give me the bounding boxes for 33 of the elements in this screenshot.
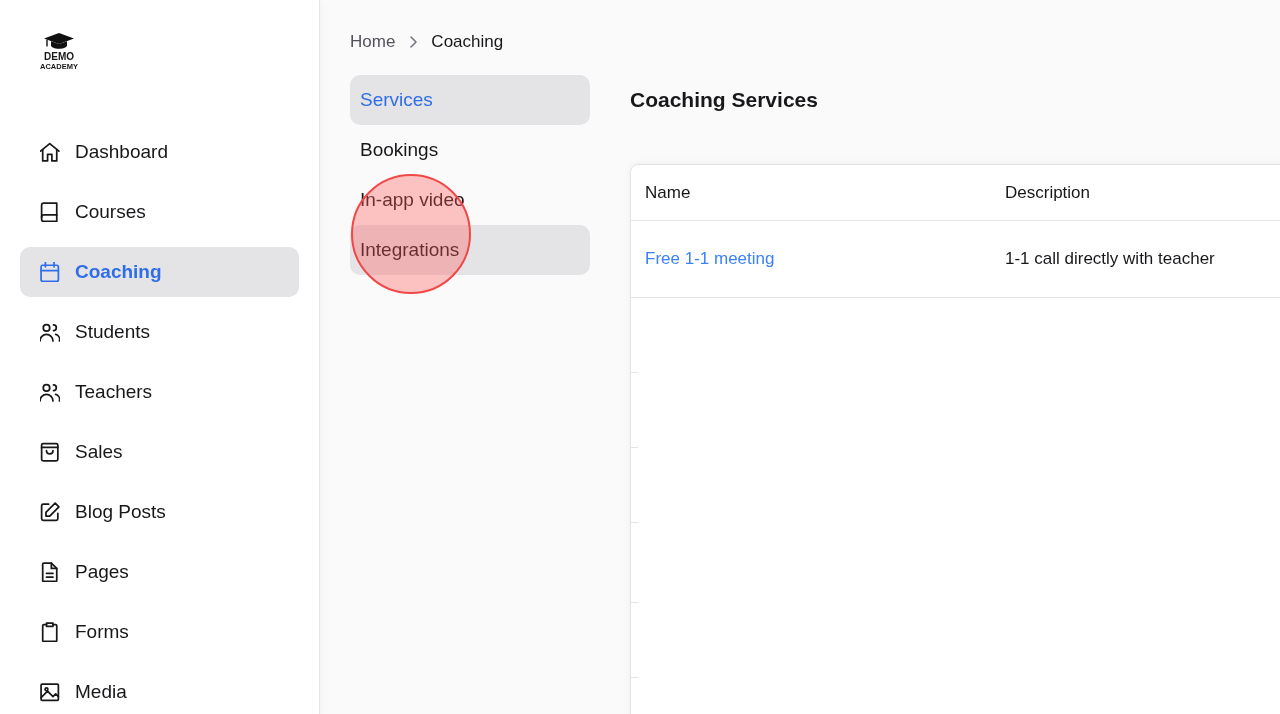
page-title: Coaching Services <box>630 87 819 113</box>
pencil-square-icon <box>40 502 60 522</box>
breadcrumb-link[interactable]: Home <box>350 32 396 52</box>
graduation-cap-icon <box>44 33 74 49</box>
sidebar-item[interactable]: Students <box>20 307 299 357</box>
book-icon <box>40 202 60 222</box>
shopping-bag-icon <box>40 442 60 462</box>
users-icon <box>40 322 60 342</box>
users-icon <box>40 382 60 402</box>
sidebar-item[interactable]: Dashboard <box>20 127 299 177</box>
sidebar-item[interactable]: Coaching <box>20 247 299 297</box>
chevron-right-icon <box>410 36 418 48</box>
calendar-icon <box>40 262 60 282</box>
breadcrumb-current: Coaching <box>431 32 504 52</box>
image-icon <box>40 682 60 702</box>
subnav-item[interactable]: Services <box>350 75 590 125</box>
sidebar-item[interactable]: Blog Posts <box>20 487 299 537</box>
sidebar-item[interactable]: Teachers <box>20 367 299 417</box>
clipboard-icon <box>40 622 60 642</box>
subnav-item[interactable]: Bookings <box>350 125 590 175</box>
subnav-item[interactable]: Integrations <box>350 225 590 275</box>
home-icon <box>40 142 60 162</box>
sidebar-item[interactable]: Media <box>20 667 299 714</box>
logo-title: DEMO <box>44 51 74 62</box>
document-icon <box>40 562 60 582</box>
sidebar-item[interactable]: Pages <box>20 547 299 597</box>
column-header: Name <box>644 182 692 203</box>
sidebar-item[interactable]: Sales <box>20 427 299 477</box>
table-cell: 1-1 call directly with teacher <box>1005 249 1215 269</box>
column-header: Description <box>1005 182 1091 203</box>
service-link[interactable]: Free 1-1 meeting <box>645 249 775 268</box>
sidebar-item[interactable]: Forms <box>20 607 299 657</box>
sidebar-item[interactable]: Courses <box>20 187 299 237</box>
